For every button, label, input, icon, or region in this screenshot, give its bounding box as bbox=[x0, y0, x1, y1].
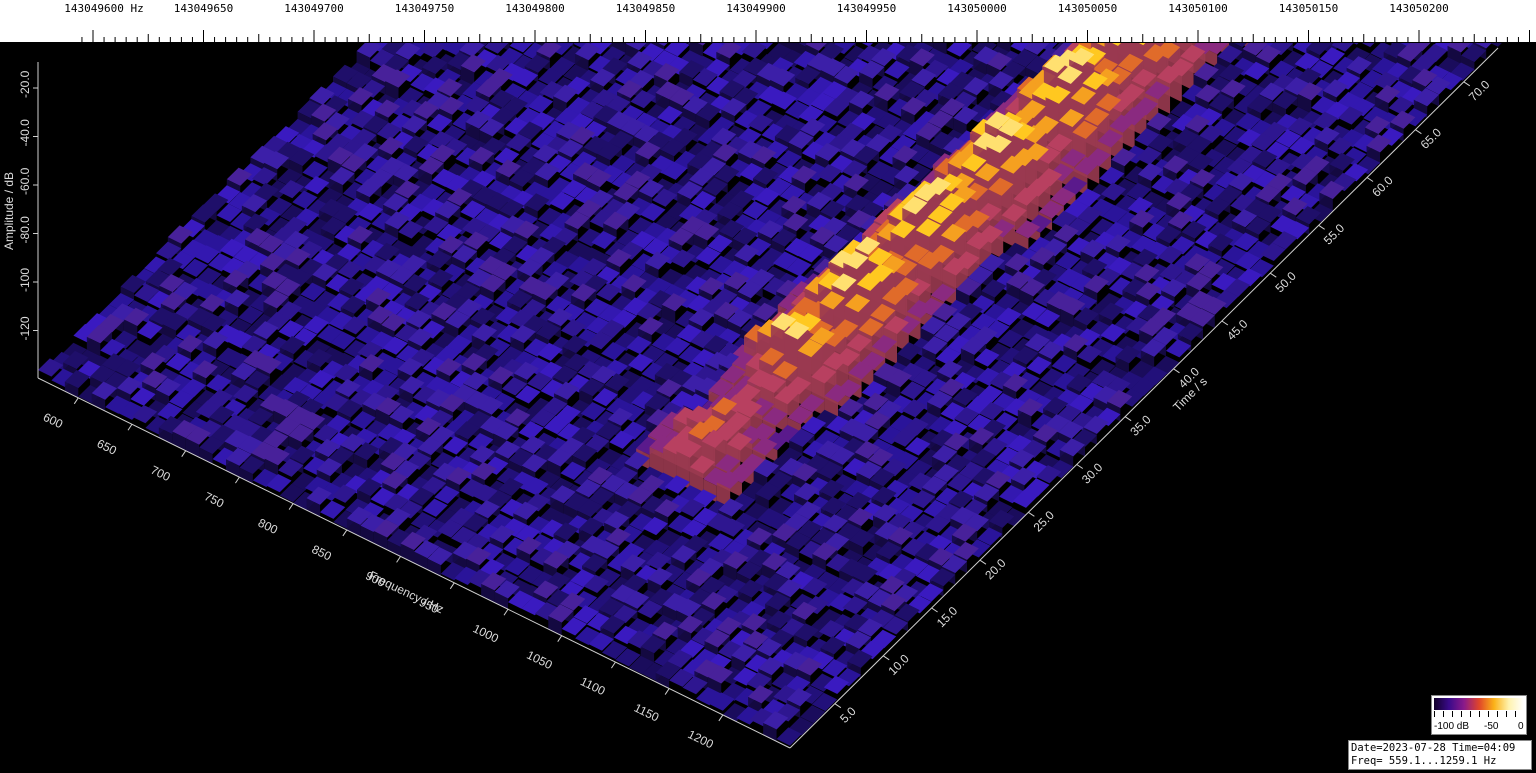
colorbar-max-label: 0 bbox=[1518, 721, 1524, 732]
time-tick-label: 25.0 bbox=[1031, 508, 1058, 535]
frequency-tick-label: 1050 bbox=[524, 648, 554, 672]
time-tick-label: 45.0 bbox=[1224, 316, 1251, 343]
amplitude-tick-label: -80.0 bbox=[18, 216, 32, 244]
ruler-label: 143049700 bbox=[284, 2, 344, 15]
frequency-tick-label: 1000 bbox=[471, 621, 501, 645]
time-tick-label: 60.0 bbox=[1369, 173, 1396, 200]
frequency-tick-label: 850 bbox=[310, 542, 334, 564]
time-tick-label: 15.0 bbox=[934, 603, 961, 630]
colorbar-mid-label: -50 bbox=[1484, 721, 1499, 732]
time-tick-label: 65.0 bbox=[1418, 125, 1445, 152]
colorbar-legend: -100 dB -50 0 bbox=[1431, 695, 1527, 735]
frequency-axis-label: Frequency / Hz bbox=[367, 568, 446, 616]
frequency-range-readout: Freq= 559.1...1259.1 Hz bbox=[1351, 755, 1497, 767]
amplitude-axis-label: Amplitude / dB bbox=[2, 172, 16, 250]
time-tick-label: 10.0 bbox=[885, 651, 912, 678]
colorbar-ticks bbox=[1434, 711, 1524, 717]
ruler-label: 143050200 bbox=[1389, 2, 1449, 15]
frequency-tick-label: 750 bbox=[202, 489, 226, 511]
date-time-readout: Date=2023-07-28 Time=04:09 bbox=[1351, 742, 1516, 754]
ruler-label: 143050100 bbox=[1168, 2, 1228, 15]
frequency-ruler: 143049600 Hz 143049650 143049700 143049750 1… bbox=[0, 0, 1536, 43]
frequency-tick-label: 1200 bbox=[686, 727, 716, 751]
amplitude-tick-label: -40.0 bbox=[18, 119, 32, 147]
amplitude-tick-label: -100 bbox=[18, 268, 32, 292]
time-tick-label: 30.0 bbox=[1079, 460, 1106, 487]
colorbar-gradient bbox=[1434, 698, 1524, 710]
ruler-label: 143050150 bbox=[1278, 2, 1339, 15]
time-tick-label: 35.0 bbox=[1127, 412, 1154, 439]
frequency-tick-label: 650 bbox=[95, 436, 119, 458]
frequency-tick-label: 1150 bbox=[632, 701, 662, 725]
time-tick-label: 50.0 bbox=[1272, 269, 1299, 296]
ruler-label: 143049600 Hz bbox=[64, 2, 144, 15]
amplitude-tick-label: -60.0 bbox=[18, 167, 32, 195]
ruler-label: 143049950 bbox=[836, 2, 897, 15]
ruler-label: 143049850 bbox=[615, 2, 676, 15]
spectrum-surface bbox=[38, 43, 1502, 746]
time-tick-label: 55.0 bbox=[1321, 221, 1348, 248]
ruler-label: 143050050 bbox=[1057, 2, 1118, 15]
ruler-label: 143049900 bbox=[726, 2, 786, 15]
colorbar-min-label: -100 dB bbox=[1434, 721, 1470, 732]
waterfall-3d-plot: -20.0 -40.0 -60.0 -80.0 -100 -120 600 650 700 75… bbox=[2, 43, 1502, 752]
ruler-label: 143050000 bbox=[947, 2, 1007, 15]
ruler-label: 143049750 bbox=[394, 2, 455, 15]
amplitude-tick-label: -20.0 bbox=[18, 70, 32, 98]
ruler-label: 143049800 bbox=[505, 2, 565, 15]
frequency-tick-label: 600 bbox=[41, 410, 65, 432]
frequency-tick-label: 1100 bbox=[578, 674, 608, 698]
time-tick-label: 70.0 bbox=[1466, 77, 1493, 104]
ruler-label: 143049650 bbox=[173, 2, 234, 15]
frequency-tick-label: 700 bbox=[148, 463, 172, 485]
info-panel: Date=2023-07-28 Time=04:09 Freq= 559.1..… bbox=[1348, 740, 1532, 770]
frequency-tick-label: 800 bbox=[256, 516, 280, 538]
amplitude-axis: -20.0 -40.0 -60.0 -80.0 -100 -120 bbox=[18, 62, 39, 378]
time-tick-label: 20.0 bbox=[982, 556, 1009, 583]
amplitude-tick-label: -120 bbox=[18, 316, 32, 340]
